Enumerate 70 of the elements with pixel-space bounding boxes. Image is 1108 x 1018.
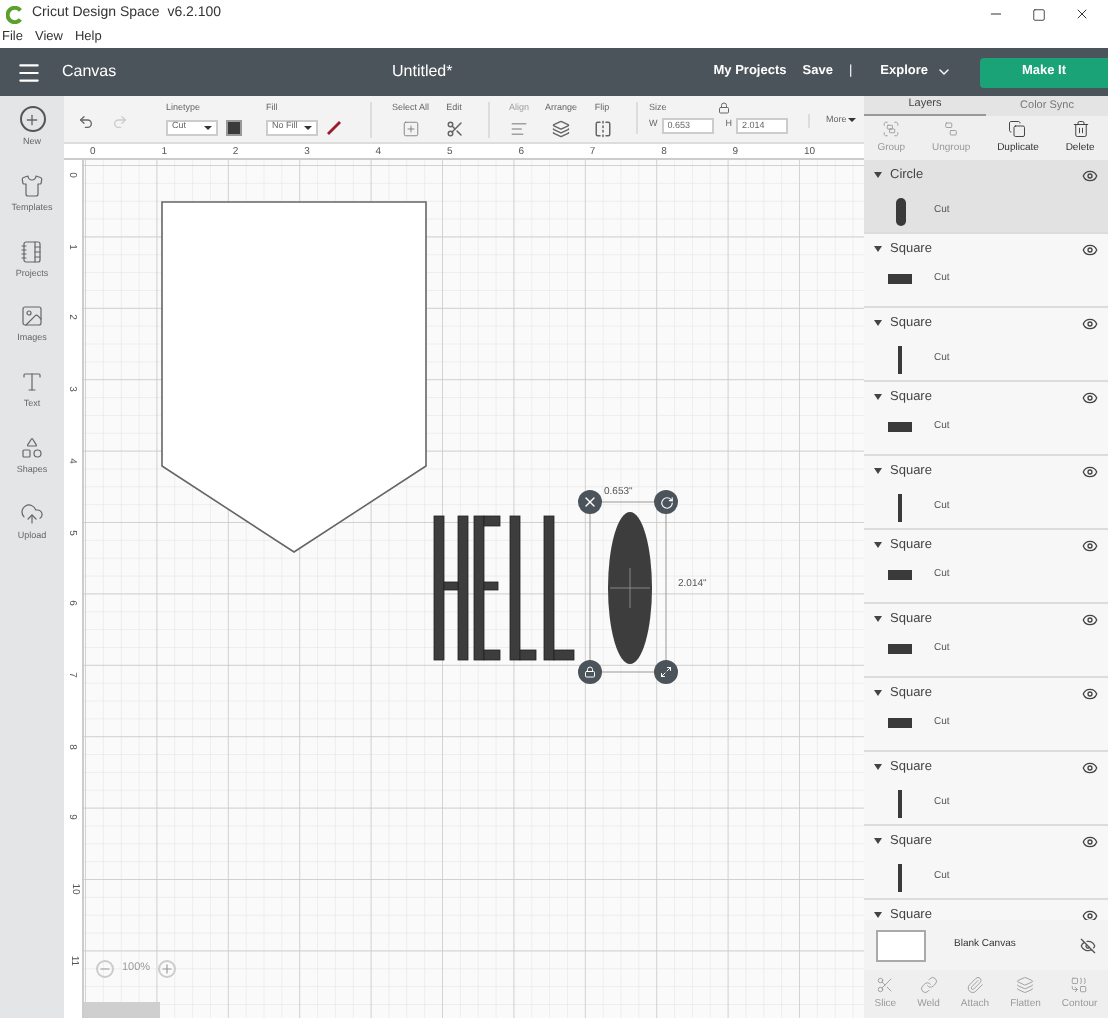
close-icon[interactable] [1074, 6, 1090, 22]
templates-icon [19, 173, 44, 198]
expand-caret-icon[interactable] [874, 764, 882, 771]
flip-icon[interactable] [593, 119, 612, 138]
blank-canvas-thumbnail[interactable] [876, 929, 926, 961]
visibility-icon[interactable] [1082, 611, 1098, 628]
visibility-icon[interactable] [1082, 167, 1098, 184]
line-thumbnail [898, 789, 902, 818]
visibility-icon[interactable] [1082, 389, 1098, 406]
upload-icon [19, 501, 44, 525]
oval-thumbnail [895, 197, 905, 226]
visibility-icon[interactable] [1082, 759, 1098, 776]
slice-icon [876, 975, 895, 994]
expand-caret-icon[interactable] [874, 468, 882, 475]
scrollbar-thumb[interactable] [84, 1002, 160, 1018]
rectangle-thumbnail [888, 570, 912, 580]
expand-caret-icon[interactable] [874, 172, 882, 179]
line-thumbnail [898, 493, 902, 522]
visibility-icon[interactable] [1082, 315, 1098, 332]
visibility-icon[interactable] [1082, 833, 1098, 850]
attach-icon [966, 975, 984, 994]
dropdown-caret-icon [204, 125, 212, 130]
rectangle-thumbnail [888, 718, 912, 728]
new-icon [19, 106, 45, 132]
hidden-icon[interactable] [1080, 937, 1096, 953]
maximize-icon[interactable] [1032, 7, 1046, 21]
expand-caret-icon[interactable] [874, 838, 882, 845]
expand-caret-icon[interactable] [874, 394, 882, 401]
group-icon [882, 119, 901, 138]
expand-caret-icon[interactable] [874, 320, 882, 327]
expand-caret-icon[interactable] [874, 690, 882, 697]
rectangle-thumbnail [888, 644, 912, 654]
weld-icon [919, 975, 938, 994]
dropdown-caret-icon [848, 118, 857, 123]
delete-icon [1071, 119, 1090, 138]
ungroup-icon [942, 119, 961, 138]
no-fill-icon[interactable] [326, 119, 342, 136]
contour-icon [1070, 975, 1089, 994]
app-logo-icon [6, 5, 24, 23]
expand-caret-icon[interactable] [874, 616, 882, 623]
crosshair-icon [609, 567, 651, 609]
visibility-icon[interactable] [1082, 463, 1098, 480]
visibility-icon[interactable] [1082, 685, 1098, 702]
dropdown-caret-icon [304, 125, 312, 130]
lock-icon[interactable] [718, 102, 731, 115]
letter-shapes-drawing[interactable] [433, 515, 575, 661]
visibility-icon[interactable] [1082, 241, 1098, 258]
document-title: Untitled* [392, 60, 453, 84]
shapes-icon [19, 435, 44, 460]
visibility-icon[interactable] [1082, 537, 1098, 554]
edit-icon[interactable] [445, 119, 464, 138]
menu-icon[interactable] [16, 59, 42, 85]
text-icon [20, 370, 44, 394]
line-thumbnail [898, 863, 902, 892]
chevron-icon [936, 64, 952, 80]
visibility-icon[interactable] [1082, 907, 1098, 920]
rectangle-thumbnail [888, 274, 912, 284]
selected-oval[interactable] [608, 512, 652, 664]
duplicate-icon [1008, 119, 1027, 138]
expand-caret-icon[interactable] [874, 246, 882, 253]
color-swatch[interactable] [226, 119, 242, 136]
arrange-icon[interactable] [552, 119, 571, 138]
undo-icon[interactable] [78, 114, 94, 130]
line-thumbnail [898, 345, 902, 374]
images-icon [19, 304, 44, 329]
expand-caret-icon[interactable] [874, 542, 882, 549]
rectangle-thumbnail [888, 422, 912, 432]
flatten-icon [1016, 975, 1035, 994]
section-title: Canvas [62, 60, 117, 84]
projects-icon [19, 239, 44, 263]
